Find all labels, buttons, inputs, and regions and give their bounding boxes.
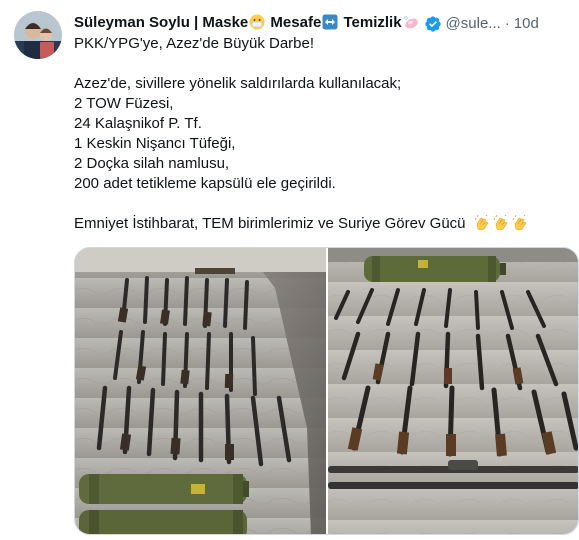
face-with-medical-mask-icon — [249, 14, 265, 36]
tweet-line-last: Emniyet İstihbarat, TEM birimlerimiz ve … — [74, 214, 569, 234]
tweet-line: 200 adet tetikleme kapsülü ele geçirildi… — [74, 175, 336, 192]
seized-weapons-photo-left[interactable] — [75, 248, 326, 534]
separator-dot: · — [504, 15, 510, 32]
author-handle[interactable]: @sule... — [446, 14, 501, 34]
author-name-part3: Temizlik — [339, 13, 402, 31]
tweet-line: PKK/YPG'ye, Azez'de Büyük Darbe! — [74, 35, 315, 52]
left-right-arrow-icon — [322, 14, 338, 36]
author-name-part1: Süleyman Soylu | Maske — [74, 13, 249, 31]
tweet-line-text: Emniyet İstihbarat, TEM birimlerimiz ve … — [74, 215, 466, 232]
avatar-image — [14, 11, 62, 59]
tweet-line: 24 Kalaşnikof P. Tf. — [74, 115, 202, 132]
author-name-part2: Mesafe — [266, 13, 322, 31]
clapping-hands-icon — [512, 214, 527, 231]
tweet-media[interactable] — [74, 247, 579, 535]
clap-emojis — [473, 214, 529, 232]
author-name[interactable]: Süleyman Soylu | Maske Mesafe Temizlik — [74, 13, 420, 35]
tweet-line: 2 Doçka silah namlusu, — [74, 155, 230, 172]
tweet-header: Süleyman Soylu | Maske Mesafe Temizlik @… — [74, 13, 569, 35]
tweet-timestamp[interactable]: 10d — [514, 14, 539, 34]
clapping-hands-icon — [474, 214, 489, 231]
tweet-line: 1 Keskin Nişancı Tüfeği, — [74, 135, 236, 152]
clapping-hands-icon — [493, 214, 508, 231]
tweet-text: PKK/YPG'ye, Azez'de Büyük Darbe! Azez'de… — [74, 34, 569, 234]
tweet-line: 2 TOW Füzesi, — [74, 95, 174, 112]
soap-icon — [403, 14, 419, 36]
verified-badge-icon — [424, 15, 442, 33]
photo-left-image — [75, 248, 326, 534]
tweet-card[interactable]: Süleyman Soylu | Maske Mesafe Temizlik @… — [0, 0, 579, 540]
tweet-line: Azez'de, sivillere yönelik saldırılarda … — [74, 75, 402, 92]
seized-weapons-photo-right[interactable] — [328, 248, 578, 534]
avatar[interactable] — [14, 11, 62, 59]
photo-right-image — [328, 248, 578, 534]
